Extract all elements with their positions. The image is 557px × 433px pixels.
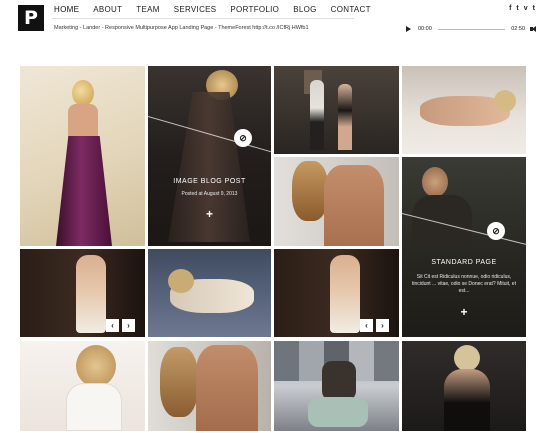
man-figure (310, 80, 324, 150)
gallery-arrows: ‹ › (360, 319, 389, 332)
model-body (412, 195, 472, 245)
nav-contact[interactable]: CONTACT (331, 5, 371, 14)
woman-figure (338, 84, 352, 150)
main-nav: HOME ABOUT TEAM SERVICES PORTFOLIO BLOG … (54, 5, 385, 14)
portfolio-item-couple-window[interactable] (148, 341, 271, 431)
next-arrow-icon[interactable]: › (376, 319, 389, 332)
portfolio-item-gallery-lingerie-1[interactable]: ‹ › (20, 249, 145, 337)
prev-arrow-icon[interactable]: ‹ (360, 319, 373, 332)
nav-services[interactable]: SERVICES (174, 5, 217, 14)
model-figure (72, 80, 94, 106)
site-logo[interactable]: P (18, 5, 44, 31)
player-total-time: 02:50 (511, 26, 525, 32)
player-current-time: 00:00 (418, 26, 432, 32)
portfolio-item-fur-rug[interactable] (402, 66, 526, 154)
portfolio-item-gallery-lingerie-2[interactable]: ‹ › (274, 249, 399, 337)
model-torso (68, 104, 98, 140)
nav-team[interactable]: TEAM (136, 5, 159, 14)
woman-hair (160, 347, 198, 417)
volume-icon[interactable] (530, 26, 538, 32)
model-top (66, 383, 122, 431)
portfolio-item-couple-embrace[interactable] (274, 157, 399, 246)
open-post-plus-icon[interactable]: + (402, 305, 526, 319)
link-icon[interactable]: ⊘ (487, 222, 505, 240)
man-torso (196, 345, 258, 431)
portfolio-item-dark-portrait[interactable] (402, 341, 526, 431)
page: P HOME ABOUT TEAM SERVICES PORTFOLIO BLO… (0, 0, 557, 433)
model-figure (330, 255, 360, 333)
player-progress-track[interactable] (437, 28, 506, 30)
portfolio-item-image-blog-post[interactable]: ⊘ IMAGE BLOG POST Posted at August 9, 20… (148, 66, 271, 246)
nav-blog[interactable]: BLOG (293, 5, 316, 14)
nav-portfolio[interactable]: PORTFOLIO (230, 5, 279, 14)
audio-player: 00:00 02:50 (406, 23, 538, 35)
header-divider (52, 18, 354, 19)
twitter-ticker[interactable]: Marketing - Lander - Responsive Multipur… (54, 24, 354, 33)
gallery-arrows: ‹ › (106, 319, 135, 332)
model-hair (454, 345, 480, 371)
model-figure (76, 255, 106, 333)
nav-about[interactable]: ABOUT (93, 5, 122, 14)
social-links: f t v t (509, 5, 535, 12)
post-excerpt: Sit Cit est Ridiculus nonnue, odio ridic… (412, 274, 516, 294)
portfolio-item-purple-dress[interactable] (20, 66, 145, 246)
man-torso (324, 165, 384, 246)
portfolio-item-scooter-rider[interactable] (274, 341, 399, 431)
portfolio-item-standard-page[interactable]: ⊘ STANDARD PAGE Sit Cit est Ridiculus no… (402, 157, 526, 337)
facebook-icon[interactable]: f (509, 5, 511, 12)
model-hair (76, 345, 116, 387)
post-date: Posted at August 9, 2013 (181, 191, 238, 197)
portfolio-item-flower-field[interactable] (148, 249, 271, 337)
play-icon[interactable] (406, 26, 411, 32)
post-title[interactable]: IMAGE BLOG POST (148, 178, 271, 185)
post-title[interactable]: STANDARD PAGE (402, 259, 526, 266)
model-hair (494, 90, 516, 112)
woman-hair (292, 161, 328, 221)
twitter-icon[interactable]: t (516, 5, 518, 12)
vimeo-icon[interactable]: v (524, 5, 528, 12)
next-arrow-icon[interactable]: › (122, 319, 135, 332)
link-icon[interactable]: ⊘ (234, 129, 252, 147)
model-dress (56, 136, 112, 246)
open-post-plus-icon[interactable]: + (148, 207, 271, 221)
rider-figure (322, 361, 356, 401)
portfolio-item-blonde-portrait[interactable] (20, 341, 145, 431)
nav-home[interactable]: HOME (54, 5, 79, 14)
scooter (308, 397, 368, 427)
prev-arrow-icon[interactable]: ‹ (106, 319, 119, 332)
tumblr-icon[interactable]: t (533, 5, 535, 12)
portfolio-item-couple-doorway[interactable] (274, 66, 399, 154)
model-face (422, 167, 448, 197)
model-hair (168, 269, 194, 293)
model-body (444, 369, 490, 431)
